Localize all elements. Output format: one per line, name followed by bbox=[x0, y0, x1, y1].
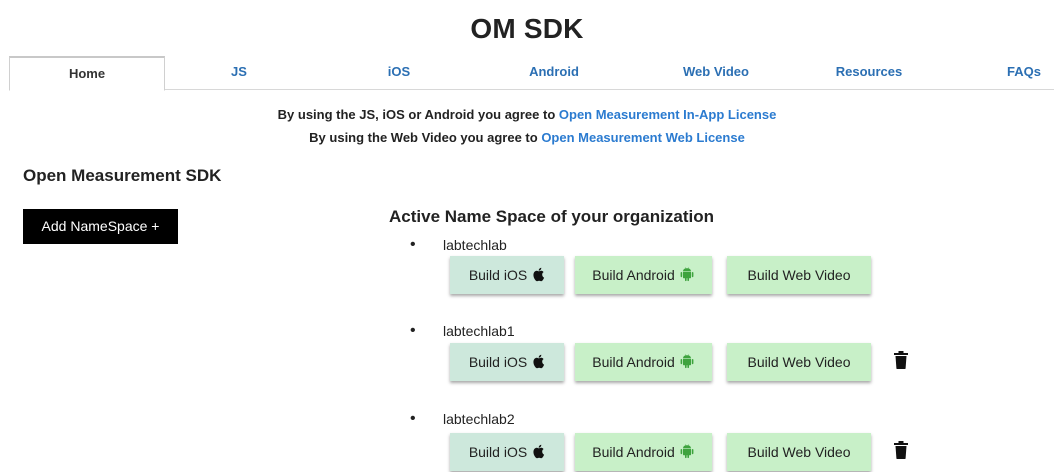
apple-icon bbox=[533, 267, 545, 282]
build-android-button[interactable]: Build Android bbox=[575, 256, 712, 294]
bullet: • bbox=[410, 236, 416, 253]
build-web-video-button[interactable]: Build Web Video bbox=[727, 433, 871, 471]
web-license-notice: By using the Web Video you agree to Open… bbox=[0, 130, 1054, 145]
bullet: • bbox=[410, 410, 416, 427]
namespace-name: labtechlab1 bbox=[443, 323, 515, 339]
build-android-label: Build Android bbox=[592, 354, 675, 370]
bullet: • bbox=[410, 322, 416, 339]
build-android-label: Build Android bbox=[592, 267, 675, 283]
in-app-license-link[interactable]: Open Measurement In-App License bbox=[559, 107, 776, 122]
tab-resources[interactable]: Resources bbox=[819, 56, 919, 90]
build-web-video-button[interactable]: Build Web Video bbox=[727, 343, 871, 381]
tab-home[interactable]: Home bbox=[9, 56, 165, 91]
tab-ios[interactable]: iOS bbox=[359, 56, 439, 90]
tab-js[interactable]: JS bbox=[199, 56, 279, 90]
build-ios-button[interactable]: Build iOS bbox=[450, 343, 564, 381]
web-license-link[interactable]: Open Measurement Web License bbox=[541, 130, 745, 145]
add-namespace-button[interactable]: Add NameSpace + bbox=[23, 209, 178, 244]
in-app-license-text: By using the JS, iOS or Android you agre… bbox=[277, 107, 556, 122]
namespace-name: labtechlab bbox=[443, 237, 507, 253]
build-ios-label: Build iOS bbox=[468, 444, 528, 460]
build-android-button[interactable]: Build Android bbox=[575, 433, 712, 471]
apple-icon bbox=[533, 354, 545, 369]
namespace-name: labtechlab2 bbox=[443, 411, 515, 427]
tab-web-video[interactable]: Web Video bbox=[666, 56, 766, 90]
build-ios-label: Build iOS bbox=[468, 267, 528, 283]
tab-android[interactable]: Android bbox=[514, 56, 594, 90]
build-ios-label: Build iOS bbox=[468, 354, 528, 370]
tab-faqs[interactable]: FAQs bbox=[994, 56, 1054, 90]
android-icon bbox=[680, 444, 694, 459]
namespaces-heading: Active Name Space of your organization bbox=[389, 207, 714, 226]
trash-icon[interactable] bbox=[894, 351, 908, 369]
build-ios-button[interactable]: Build iOS bbox=[450, 256, 564, 294]
section-title: Open Measurement SDK bbox=[23, 166, 222, 185]
web-license-text: By using the Web Video you agree to bbox=[309, 130, 538, 145]
page-title: OM SDK bbox=[470, 13, 584, 44]
nav-tabs: Home JS iOS Android Web Video Resources … bbox=[9, 56, 1054, 91]
build-android-button[interactable]: Build Android bbox=[575, 343, 712, 381]
apple-icon bbox=[533, 444, 545, 459]
android-icon bbox=[680, 354, 694, 369]
trash-icon[interactable] bbox=[894, 441, 908, 459]
build-web-video-button[interactable]: Build Web Video bbox=[727, 256, 871, 294]
build-ios-button[interactable]: Build iOS bbox=[450, 433, 564, 471]
build-android-label: Build Android bbox=[592, 444, 675, 460]
android-icon bbox=[680, 267, 694, 282]
in-app-license-notice: By using the JS, iOS or Android you agre… bbox=[0, 107, 1054, 122]
